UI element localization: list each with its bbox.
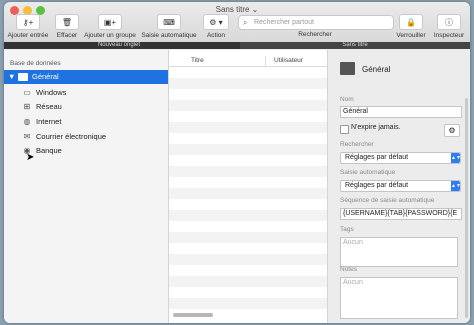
entries-list: Titre Utilisateur [169,50,328,323]
add-entry-label: Ajouter entrée [7,32,49,39]
globe-icon: ◍ [23,117,31,126]
delete-button[interactable]: 🗑 Effacer [54,14,80,39]
mouse-cursor-icon: ➤ [26,152,35,163]
search-input[interactable]: ⌕ Rechercher partout [238,15,394,30]
folder-icon [340,62,355,75]
inspector-button[interactable]: ⓘ Inspecteur [430,14,468,39]
window-title: Sans titre ⌄ [215,5,259,14]
search-setting-select[interactable]: Réglages par défaut ▲▼ [340,152,461,164]
disclosure-triangle-icon[interactable]: ▼ [8,70,15,84]
autotype-label: Saisie automatique [141,32,197,39]
sidebar-item-network[interactable]: ⊞ Réseau [4,100,168,114]
autotype-setting-label: Saisie automatique [340,169,396,176]
never-expires-checkbox[interactable] [340,125,349,134]
gear-icon: ⚙ ▾ [203,14,229,30]
sidebar-item-label: Général [32,72,59,81]
search-label: Rechercher [298,31,332,38]
inspector-label: Inspecteur [433,32,465,39]
sidebar-item-label: Internet [36,117,62,126]
sidebar-item-email[interactable]: ✉ Courrier électronique [4,130,168,144]
inspector-scrollbar[interactable] [465,98,468,318]
sidebar-item-windows[interactable]: ▭ Windows [4,86,168,100]
lock-label: Verrouiller [396,32,426,39]
notes-placeholder: Aucun [343,279,363,286]
column-user[interactable]: Utilisateur [274,57,303,64]
autotype-setting-select[interactable]: Réglages par défaut ▲▼ [340,180,461,192]
action-label: Action [206,32,226,39]
network-icon: ⊞ [23,102,31,111]
tags-label: Tags [340,226,354,233]
sidebar-item-label: Windows [36,88,67,97]
chevron-updown-icon: ▲▼ [451,153,461,163]
name-label: Nom [340,96,354,103]
search-setting-value: Réglages par défaut [345,154,409,161]
gear-icon[interactable]: ⚙ [444,124,460,137]
tags-field[interactable]: Aucun [340,237,458,267]
sidebar-item-label: Banque [36,146,62,155]
sidebar-heading: Base de données [10,60,61,67]
sidebar-item-general[interactable]: ▼ Général [4,70,168,84]
add-entry-button[interactable]: ⚷+ Ajouter entrée [6,14,50,39]
sequence-field[interactable]: {USERNAME}{TAB}{PASSWORD}{E [340,208,462,220]
tags-placeholder: Aucun [343,239,363,246]
tab-new[interactable]: Nouveau onglet [64,42,174,49]
add-group-button[interactable]: ▣+ Ajouter un groupe [82,14,138,39]
sidebar-item-label: Réseau [36,102,62,111]
column-divider[interactable] [265,56,266,66]
autotype-setting-value: Réglages par défaut [345,182,409,189]
list-header: Titre Utilisateur [169,56,327,67]
sequence-label: Séquence de saisie automatique [340,197,435,204]
folder-icon [18,73,28,81]
tab-untitled[interactable]: Sans titre [240,42,470,49]
mail-icon: ✉ [23,132,31,141]
key-plus-icon: ⚷+ [16,14,40,30]
lock-icon: 🔒 [399,14,423,30]
name-field[interactable]: Général [340,106,462,118]
notes-field[interactable]: Aucun [340,277,458,319]
chevron-updown-icon: ▲▼ [451,181,461,191]
notes-label: Notes [340,266,357,273]
never-expires-label: N'expire jamais. [351,124,401,131]
folder-plus-icon: ▣+ [98,14,122,30]
search-setting-label: Rechercher [340,141,374,148]
autotype-button[interactable]: ⌨ Saisie automatique [139,14,199,39]
app-window: Sans titre ⌄ ⚷+ Ajouter entrée 🗑 Effacer… [4,2,470,323]
delete-label: Effacer [56,32,78,39]
toolbar: Sans titre ⌄ ⚷+ Ajouter entrée 🗑 Effacer… [4,2,470,43]
inspector-panel: Général Nom Général N'expire jamais. ⚙ R… [328,50,470,323]
sidebar-item-internet[interactable]: ◍ Internet [4,115,168,129]
search-placeholder: Rechercher partout [254,19,314,26]
horizontal-scrollbar[interactable] [173,313,213,317]
column-title[interactable]: Titre [191,57,204,64]
sidebar-item-label: Courrier électronique [36,132,107,141]
windows-icon: ▭ [23,88,31,97]
inspector-title: Général [362,65,391,74]
groups-sidebar: Base de données ▼ Général ▭ Windows ⊞ Ré… [4,50,169,323]
entries-rows[interactable] [169,67,327,319]
tab-bar: Nouveau onglet Sans titre [4,42,470,49]
add-group-label: Ajouter un groupe [84,32,136,39]
keyboard-icon: ⌨ [157,14,181,30]
action-menu-button[interactable]: ⚙ ▾ Action [200,14,232,39]
inspector-icon: ⓘ [437,14,461,30]
trash-icon: 🗑 [55,14,79,30]
search-icon: ⌕ [243,18,248,27]
lock-button[interactable]: 🔒 Verrouiller [394,14,428,39]
